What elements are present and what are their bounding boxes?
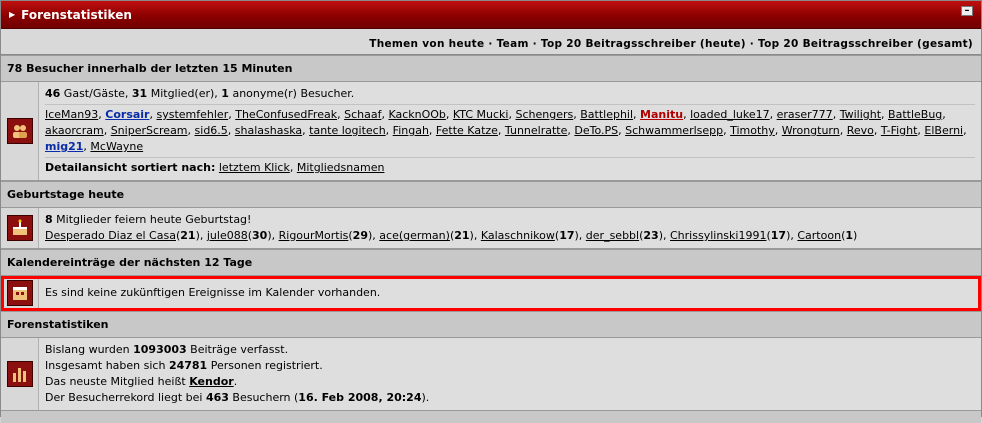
- stats-registered: Insgesamt haben sich 24781 Personen regi…: [45, 359, 323, 372]
- quick-links-bar: Themen von heute · Team · Top 20 Beitrag…: [1, 29, 981, 55]
- birthday-age: 17: [559, 229, 575, 242]
- birthday-age: 21: [180, 229, 196, 242]
- online-user-link[interactable]: mig21: [45, 140, 83, 153]
- link-top20-total[interactable]: Top 20 Beitragsschreiber (gesamt): [758, 38, 973, 50]
- online-user-link[interactable]: T-Fight: [881, 124, 918, 137]
- birthday-member-link[interactable]: der_sebbl: [586, 229, 639, 242]
- calendar-icon: [6, 280, 33, 306]
- stats-heading: Forenstatistiken: [1, 311, 981, 338]
- panel-title: Forenstatistiken: [21, 7, 132, 22]
- online-user-link[interactable]: DeTo.PS: [574, 124, 618, 137]
- link-topics-today[interactable]: Themen von heute: [369, 38, 484, 50]
- online-user-link[interactable]: Wrongturn: [782, 124, 840, 137]
- bottom-strip: [1, 411, 981, 423]
- link-top20-today[interactable]: Top 20 Beitragsschreiber (heute): [541, 38, 746, 50]
- online-user-link[interactable]: tante logitech: [309, 124, 386, 137]
- online-user-link[interactable]: Revo: [847, 124, 874, 137]
- online-user-link[interactable]: sid6.5: [195, 124, 228, 137]
- visitors-heading: 78 Besucher innerhalb der letzten 15 Min…: [1, 55, 981, 82]
- online-user-link[interactable]: TheConfusedFreak: [235, 108, 337, 121]
- visitors-row: 46 Gast/Gäste, 31 Mitglied(er), 1 anonym…: [1, 82, 981, 181]
- birthdays-heading: Geburtstage heute: [1, 181, 981, 208]
- sort-by-last-click-link[interactable]: letztem Klick: [219, 161, 290, 174]
- online-user-link[interactable]: Manitu: [640, 108, 683, 121]
- newest-member-link[interactable]: Kendor: [189, 375, 233, 388]
- visitor-summary: 46 Gast/Gäste, 31 Mitglied(er), 1 anonym…: [45, 87, 355, 100]
- online-user-link[interactable]: McWayne: [90, 140, 143, 153]
- online-users-list: IceMan93, Corsair, systemfehler, TheConf…: [45, 104, 975, 155]
- stats-posts: Bislang wurden 1093003 Beiträge verfasst…: [45, 343, 289, 356]
- online-user-link[interactable]: loaded_luke17: [690, 108, 770, 121]
- online-user-link[interactable]: SniperScream: [111, 124, 188, 137]
- bar-chart-icon: [6, 361, 33, 387]
- stats-newest-member: Das neuste Mitglied heißt Kendor.: [45, 375, 238, 388]
- online-user-link[interactable]: shalashaska: [235, 124, 302, 137]
- birthday-member-link[interactable]: RigourMortis: [279, 229, 349, 242]
- online-user-link[interactable]: akaorcram: [45, 124, 104, 137]
- online-user-link[interactable]: Battlephil: [580, 108, 633, 121]
- forum-stats-panel: ▶ Forenstatistiken – Themen von heute · …: [0, 0, 982, 423]
- birthday-member-link[interactable]: ace(german): [379, 229, 450, 242]
- users-icon: [6, 118, 33, 144]
- birthday-age: 21: [454, 229, 470, 242]
- birthday-member-link[interactable]: Kalaschnikow: [481, 229, 555, 242]
- calendar-message: Es sind keine zukünftigen Ereignisse im …: [45, 286, 381, 299]
- birthday-list: Desperado Diaz el Casa(21), jule088(30),…: [45, 229, 858, 242]
- online-user-link[interactable]: Schengers: [515, 108, 573, 121]
- online-user-link[interactable]: Corsair: [105, 108, 149, 121]
- online-user-link[interactable]: ElBerni: [924, 124, 963, 137]
- birthday-age: 1: [845, 229, 854, 242]
- sort-by-member-name-link[interactable]: Mitgliedsnamen: [297, 161, 385, 174]
- birthday-age: 29: [352, 229, 368, 242]
- online-user-link[interactable]: Schwammerlsepp: [625, 124, 723, 137]
- online-user-link[interactable]: Timothy: [730, 124, 775, 137]
- calendar-heading: Kalendereinträge der nächsten 12 Tage: [1, 249, 981, 276]
- sort-options: Detailansicht sortiert nach: letztem Kli…: [45, 157, 975, 176]
- online-user-link[interactable]: Fette Katze: [436, 124, 498, 137]
- online-user-link[interactable]: Schaaf: [344, 108, 381, 121]
- collapse-button[interactable]: –: [961, 6, 973, 16]
- birthday-age: 17: [770, 229, 787, 242]
- link-team[interactable]: Team: [497, 38, 529, 50]
- birthday-member-link[interactable]: Chrissylinski1991: [670, 229, 766, 242]
- cake-icon: [6, 215, 33, 241]
- calendar-row: Es sind keine zukünftigen Ereignisse im …: [1, 276, 981, 311]
- birthday-member-link[interactable]: jule088: [207, 229, 248, 242]
- birthday-member-link[interactable]: Cartoon: [797, 229, 841, 242]
- online-user-link[interactable]: Fingah: [393, 124, 429, 137]
- stats-row: Bislang wurden 1093003 Beiträge verfasst…: [1, 338, 981, 411]
- title-bar: ▶ Forenstatistiken –: [1, 1, 981, 29]
- online-user-link[interactable]: eraser777: [777, 108, 833, 121]
- online-user-link[interactable]: Tunnelratte: [505, 124, 567, 137]
- stats-record: Der Besucherrekord liegt bei 463 Besuche…: [45, 391, 430, 404]
- online-user-link[interactable]: BattleBug: [888, 108, 942, 121]
- online-user-link[interactable]: KTC Mucki: [453, 108, 509, 121]
- arrow-right-icon: ▶: [9, 10, 16, 19]
- online-user-link[interactable]: systemfehler: [157, 108, 229, 121]
- birthday-summary: 8 Mitglieder feiern heute Geburtstag!: [45, 213, 252, 226]
- birthday-age: 23: [643, 229, 659, 242]
- birthday-member-link[interactable]: Desperado Diaz el Casa: [45, 229, 176, 242]
- birthday-age: 30: [252, 229, 268, 242]
- birthdays-row: 8 Mitglieder feiern heute Geburtstag! De…: [1, 208, 981, 249]
- online-user-link[interactable]: KacknOOb: [388, 108, 445, 121]
- online-user-link[interactable]: IceMan93: [45, 108, 98, 121]
- online-user-link[interactable]: Twilight: [840, 108, 881, 121]
